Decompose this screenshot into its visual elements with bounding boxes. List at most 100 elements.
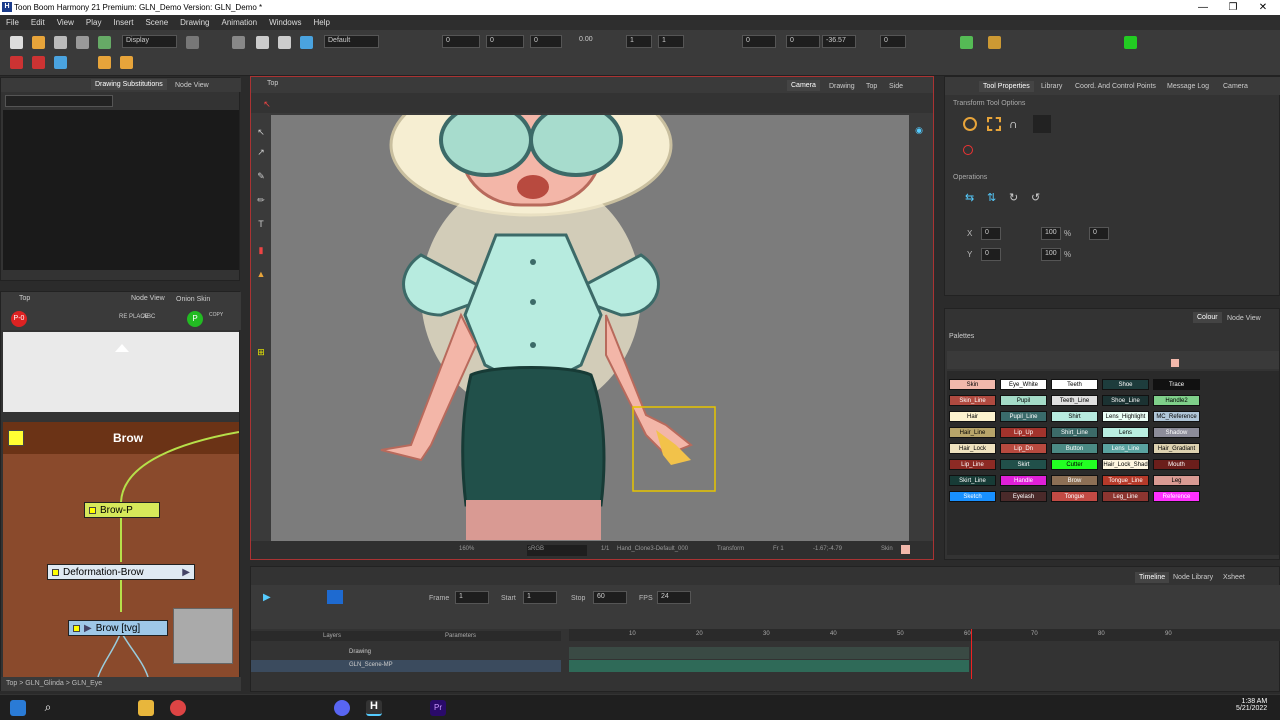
search-icon[interactable]: ⌕ — [40, 700, 56, 716]
colour-swatch[interactable]: Hair_Lock_Shad — [1102, 459, 1149, 470]
layer-row[interactable] — [251, 647, 561, 659]
view-icon[interactable]: ◉ — [913, 125, 925, 137]
flip-h-icon[interactable]: ⇆ — [965, 191, 979, 205]
dotgrid-icon[interactable] — [32, 56, 45, 69]
tab-message-log[interactable]: Message Log — [1167, 83, 1209, 90]
colour-swatch[interactable]: Shoe_Line — [1102, 395, 1149, 406]
colour-swatch[interactable]: Cutter — [1051, 459, 1098, 470]
colour-swatch[interactable]: Leg_Line — [1102, 491, 1149, 502]
colour-swatch[interactable]: Shadow — [1153, 427, 1200, 438]
colour-swatch[interactable]: Skirt_Line — [949, 475, 996, 486]
width-field[interactable]: 100 — [1041, 227, 1061, 240]
field-6[interactable]: 0 — [742, 35, 776, 48]
brush-tool-icon[interactable]: ✎ — [255, 171, 267, 183]
field-5[interactable]: 1 — [658, 35, 684, 48]
track-scene[interactable] — [569, 660, 969, 672]
field-3[interactable]: 0.00 — [576, 35, 606, 48]
colour-swatch[interactable]: Tongue_Line — [1102, 475, 1149, 486]
pencil-tool-icon[interactable]: ✏ — [255, 195, 267, 207]
colour-swatch[interactable]: Shoe — [1102, 379, 1149, 390]
crumb-eye[interactable]: GLN_Eye — [72, 680, 102, 687]
colour-swatch[interactable]: Lens — [1102, 427, 1149, 438]
colour-swatch[interactable]: Button — [1051, 443, 1098, 454]
colour-swatch[interactable]: Reference — [1153, 491, 1200, 502]
explorer-icon[interactable] — [138, 700, 154, 716]
menu-item[interactable]: Animation — [216, 15, 264, 30]
colour-swatch[interactable]: Hair_Line — [949, 427, 996, 438]
crumb-glinda[interactable]: GLN_Glinda — [25, 680, 64, 687]
deform-icon[interactable] — [98, 56, 111, 69]
tab-coord[interactable]: Coord. And Control Points — [1075, 83, 1156, 90]
bone-icon[interactable] — [120, 56, 133, 69]
colour-swatch[interactable]: Teeth_Line — [1051, 395, 1098, 406]
green-p-icon[interactable]: P — [187, 311, 203, 327]
grid-icon[interactable] — [10, 56, 23, 69]
tab-node-view-2[interactable]: Node View — [131, 295, 165, 302]
node-brow-p[interactable]: Brow-P — [84, 502, 160, 518]
menu-item[interactable]: Scene — [139, 15, 174, 30]
rotate-cw-icon[interactable]: ↻ — [1009, 191, 1023, 205]
colour-swatch[interactable]: Teeth — [1051, 379, 1098, 390]
menu-item[interactable]: Insert — [107, 15, 139, 30]
field-7[interactable]: 0 — [786, 35, 820, 48]
harmony-taskbar-icon[interactable]: H — [366, 700, 382, 716]
tab-node-view[interactable]: Node View — [175, 82, 209, 89]
colour-swatch[interactable]: Mouth — [1153, 459, 1200, 470]
colour-swatch[interactable]: Handle — [1000, 475, 1047, 486]
close-button[interactable]: ✕ — [1248, 0, 1278, 15]
colour-swatch[interactable]: Sketch — [949, 491, 996, 502]
tab-xsheet[interactable]: Xsheet — [1223, 574, 1245, 581]
new-icon[interactable] — [10, 36, 23, 49]
colour-swatch[interactable]: Hair — [949, 411, 996, 422]
menu-item[interactable]: View — [51, 15, 80, 30]
colour-swatch[interactable]: MC_Reference — [1153, 411, 1200, 422]
tab-colour[interactable]: Colour — [1193, 312, 1222, 323]
field-9[interactable]: 0 — [880, 35, 906, 48]
tab-node-view-3[interactable]: Node View — [1227, 315, 1261, 322]
transform-tool-icon[interactable]: ⊞ — [255, 347, 267, 359]
colour-swatch[interactable]: Pupil_Line — [1000, 411, 1047, 422]
colour-swatch[interactable]: Shirt_Line — [1051, 427, 1098, 438]
field-0[interactable]: 0 — [442, 35, 480, 48]
tab-node-library[interactable]: Node Library — [1173, 574, 1213, 581]
save-icon[interactable] — [54, 36, 67, 49]
chrome-icon[interactable] — [170, 700, 186, 716]
magnet-icon[interactable]: ∩ — [1009, 117, 1023, 131]
frame-field[interactable]: 1 — [455, 591, 489, 604]
peg-icon[interactable]: P-0 — [11, 311, 27, 327]
tab-library[interactable]: Library — [1041, 83, 1062, 90]
contour-tool-icon[interactable]: ↗ — [255, 147, 267, 159]
tab-top[interactable]: Top — [866, 83, 877, 90]
fps-field[interactable]: 24 — [657, 591, 691, 604]
undo-icon[interactable] — [186, 36, 199, 49]
x-field[interactable]: 0 — [981, 227, 1001, 240]
colour-swatch[interactable]: Lip_Up — [1000, 427, 1047, 438]
abc-label[interactable]: ABC — [143, 314, 155, 320]
stop-field[interactable]: 60 — [593, 591, 627, 604]
colour-swatch[interactable]: Trace — [1153, 379, 1200, 390]
checkmark-icon[interactable] — [1124, 36, 1137, 49]
eraser-tool-icon[interactable]: ▮ — [255, 245, 267, 257]
node-deformation-brow[interactable]: Deformation-Brow ▶ — [47, 564, 195, 580]
import-icon[interactable] — [98, 36, 111, 49]
y-field[interactable]: 0 — [981, 248, 1001, 261]
colour-swatch[interactable]: Skin_Line — [949, 395, 996, 406]
colour-swatch[interactable]: Lens_Highlight — [1102, 411, 1149, 422]
pivot-icon[interactable] — [963, 145, 973, 155]
node-icon[interactable] — [960, 36, 973, 49]
maximize-button[interactable]: ❐ — [1218, 0, 1248, 15]
paste-icon[interactable] — [278, 36, 291, 49]
colour-swatch[interactable]: Lip_Dn — [1000, 443, 1047, 454]
transform-icon[interactable] — [988, 36, 1001, 49]
menu-item[interactable]: Windows — [263, 15, 307, 30]
play-icon[interactable]: ▶ — [263, 592, 271, 603]
cut-icon[interactable] — [232, 36, 245, 49]
open-icon[interactable] — [32, 36, 45, 49]
tab-tool-properties[interactable]: Tool Properties — [979, 81, 1034, 92]
menu-item[interactable]: Drawing — [174, 15, 215, 30]
angle-field[interactable]: 0 — [1089, 227, 1109, 240]
colour-swatch[interactable]: Tongue — [1051, 491, 1098, 502]
colour-swatch[interactable]: Lens_Line — [1102, 443, 1149, 454]
tab-side[interactable]: Side — [889, 83, 903, 90]
track-drawing[interactable] — [569, 647, 969, 659]
